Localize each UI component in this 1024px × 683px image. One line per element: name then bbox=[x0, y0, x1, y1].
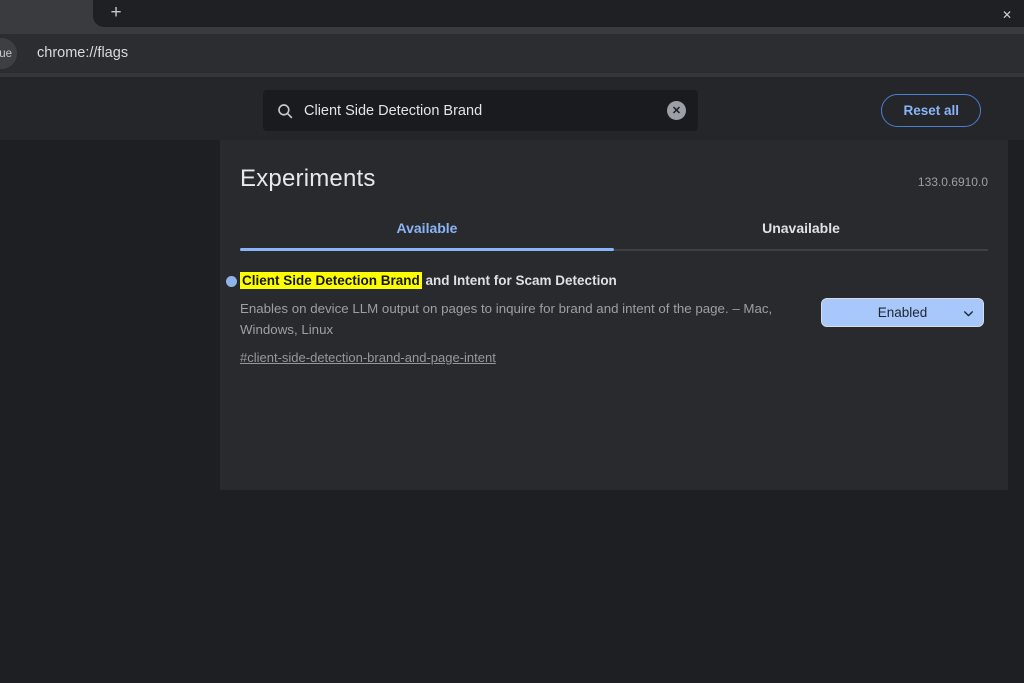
toolbar: ue chrome://flags bbox=[0, 34, 1024, 77]
flag-state-value: Enabled bbox=[877, 305, 928, 320]
flags-search-box[interactable]: Client Side Detection Brand ✕ bbox=[263, 90, 698, 131]
flag-entry: Client Side Detection Brand and Intent f… bbox=[226, 272, 988, 367]
new-tab-button[interactable]: + bbox=[104, 1, 128, 25]
search-icon bbox=[276, 102, 294, 120]
experiments-panel: Experiments 133.0.6910.0 Available Unava… bbox=[220, 140, 1008, 490]
page-title: Experiments bbox=[240, 165, 376, 192]
flags-page-header: Client Side Detection Brand ✕ Reset all bbox=[0, 77, 1024, 140]
panel-header: Experiments 133.0.6910.0 bbox=[240, 140, 988, 193]
tab-available[interactable]: Available bbox=[240, 220, 614, 251]
tab-unavailable[interactable]: Unavailable bbox=[614, 220, 988, 249]
address-bar[interactable]: chrome://flags bbox=[37, 34, 128, 73]
flag-permalink[interactable]: #client-side-detection-brand-and-page-in… bbox=[240, 350, 496, 365]
chrome-version: 133.0.6910.0 bbox=[917, 175, 988, 189]
flag-title-rest: and Intent for Scam Detection bbox=[421, 273, 617, 288]
browser-window: ✕ + ue chrome://flags Client Side Detect… bbox=[0, 0, 1024, 683]
chevron-down-icon bbox=[962, 307, 975, 320]
tab-strip: ✕ + bbox=[0, 0, 1024, 34]
reset-all-button[interactable]: Reset all bbox=[881, 94, 981, 127]
experiments-tabs: Available Unavailable bbox=[240, 220, 988, 251]
flag-description: Enables on device LLM output on pages to… bbox=[240, 300, 773, 338]
search-input-value[interactable]: Client Side Detection Brand bbox=[304, 103, 667, 119]
active-tab[interactable] bbox=[0, 0, 93, 34]
flag-title-highlight: Client Side Detection Brand bbox=[240, 272, 422, 289]
clear-search-icon[interactable]: ✕ bbox=[667, 101, 686, 120]
flag-title: Client Side Detection Brand and Intent f… bbox=[240, 272, 988, 290]
flag-bullet-dot bbox=[226, 276, 237, 287]
flag-state-select[interactable]: Enabled bbox=[821, 298, 984, 327]
tab-close-icon[interactable]: ✕ bbox=[998, 6, 1016, 24]
tab-strip-background bbox=[93, 0, 1024, 27]
site-badge[interactable]: ue bbox=[0, 38, 17, 69]
